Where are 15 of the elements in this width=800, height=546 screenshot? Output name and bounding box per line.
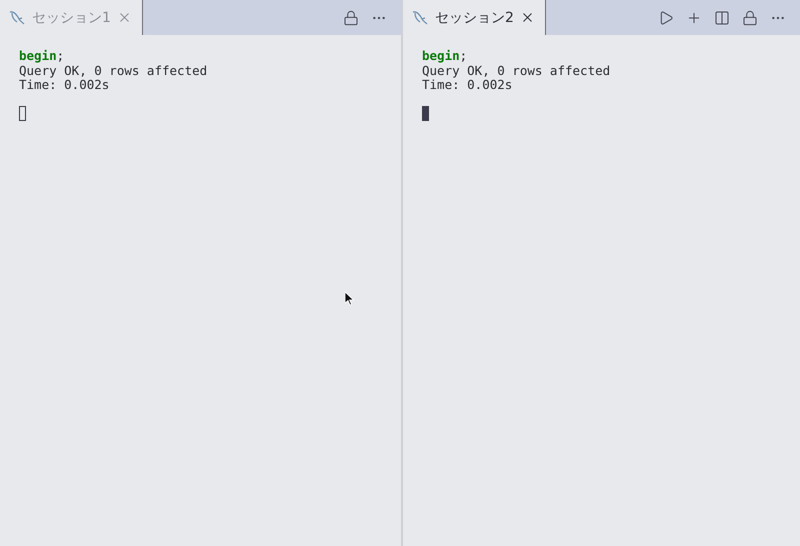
output-line: Time: 0.002s bbox=[19, 78, 110, 92]
lock-icon[interactable] bbox=[343, 10, 359, 26]
split-editor-icon[interactable] bbox=[714, 10, 730, 26]
tab-title: セッション1 bbox=[32, 8, 111, 26]
session-tab[interactable]: セッション2 bbox=[403, 0, 546, 35]
output-line: Query OK, 0 rows affected bbox=[19, 64, 208, 78]
output-line: begin; bbox=[19, 49, 66, 64]
dolphin-icon bbox=[8, 8, 26, 26]
output-line: Query OK, 0 rows affected bbox=[422, 64, 612, 78]
run-icon[interactable] bbox=[658, 10, 674, 26]
output-line: begin; bbox=[422, 49, 468, 64]
tab-title: セッション2 bbox=[435, 8, 514, 26]
dolphin-icon bbox=[411, 8, 429, 26]
output-line: Time: 0.002s bbox=[422, 78, 514, 92]
lock-icon[interactable] bbox=[742, 10, 758, 26]
